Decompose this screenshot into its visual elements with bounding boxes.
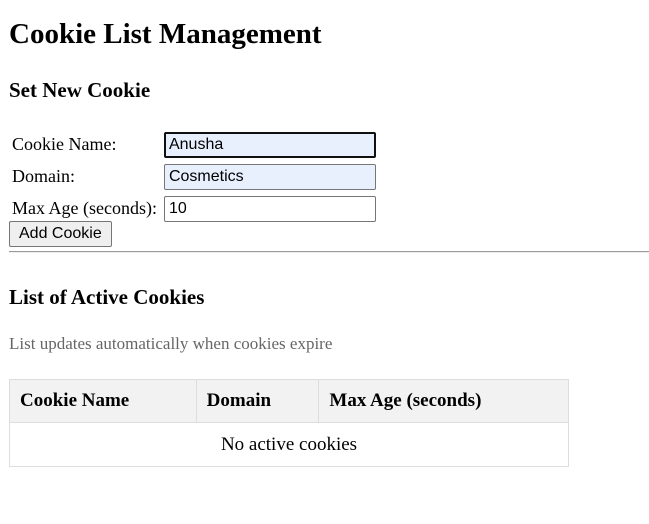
table-row: No active cookies bbox=[9, 422, 569, 467]
cookie-name-label: Cookie Name: bbox=[12, 134, 117, 154]
domain-cell bbox=[163, 161, 377, 191]
max-age-row: Max Age (seconds): bbox=[11, 193, 377, 223]
max-age-label: Max Age (seconds): bbox=[12, 198, 157, 218]
cookie-name-input[interactable] bbox=[163, 132, 376, 158]
active-cookies-table: Cookie Name Domain Max Age (seconds) No … bbox=[9, 379, 569, 467]
add-cookie-button[interactable]: Add Cookie bbox=[9, 221, 112, 247]
column-header-cookie-name: Cookie Name bbox=[9, 379, 197, 423]
empty-table-message: No active cookies bbox=[9, 422, 569, 467]
section-divider bbox=[9, 251, 649, 253]
auto-update-note: List updates automatically when cookies … bbox=[9, 334, 333, 353]
set-cookie-form: Cookie Name: Domain: Max Age (seconds): bbox=[9, 127, 379, 225]
max-age-cell bbox=[163, 193, 377, 223]
column-header-max-age: Max Age (seconds) bbox=[318, 379, 569, 423]
domain-row: Domain: bbox=[11, 161, 377, 191]
page-title: Cookie List Management bbox=[9, 18, 322, 50]
domain-label: Domain: bbox=[12, 166, 75, 186]
max-age-input[interactable] bbox=[163, 196, 376, 222]
active-cookies-heading: List of Active Cookies bbox=[9, 285, 205, 309]
set-cookie-heading: Set New Cookie bbox=[9, 78, 151, 102]
domain-input[interactable] bbox=[163, 164, 376, 190]
cookie-name-cell bbox=[163, 129, 377, 159]
cookie-name-row: Cookie Name: bbox=[11, 129, 377, 159]
table-header-row: Cookie Name Domain Max Age (seconds) bbox=[9, 379, 569, 423]
column-header-domain: Domain bbox=[195, 379, 320, 423]
